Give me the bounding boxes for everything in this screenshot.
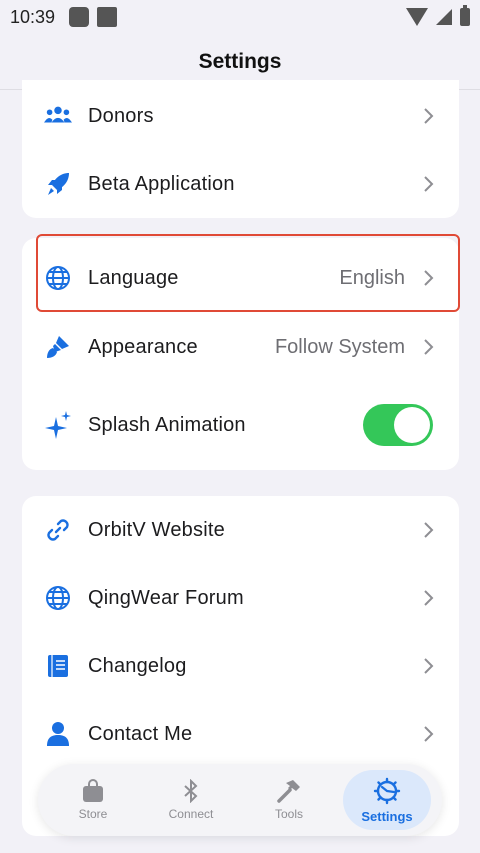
people-icon xyxy=(44,102,72,130)
hammer-icon xyxy=(277,780,300,803)
status-time: 10:39 xyxy=(10,6,56,27)
row-label: Appearance xyxy=(88,335,198,358)
link-icon xyxy=(44,516,72,544)
chevron-right-icon xyxy=(424,726,434,742)
chevron-right-icon xyxy=(424,176,434,192)
settings-group-community: Donors Beta Application xyxy=(22,80,459,218)
tab-label: Tools xyxy=(274,807,303,821)
book-icon xyxy=(44,652,72,680)
row-qingwear-forum[interactable]: QingWear Forum xyxy=(22,564,459,632)
row-label: Beta Application xyxy=(88,172,235,195)
brush-icon xyxy=(44,333,72,361)
tab-label: Settings xyxy=(361,808,413,824)
tab-tools[interactable]: Tools xyxy=(245,770,333,830)
tab-label: Store xyxy=(78,807,108,821)
row-label: QingWear Forum xyxy=(88,586,244,609)
chevron-right-icon xyxy=(424,108,434,124)
page-title: Settings xyxy=(198,50,282,73)
rocket-icon xyxy=(44,170,72,198)
tab-store[interactable]: Store xyxy=(49,770,137,830)
chevron-right-icon xyxy=(424,339,434,355)
splash-animation-toggle[interactable] xyxy=(363,404,433,446)
toggle-knob xyxy=(394,407,430,443)
signal-icon xyxy=(436,9,452,25)
chevron-right-icon xyxy=(424,658,434,674)
row-value: Follow System xyxy=(274,335,405,358)
chevron-right-icon xyxy=(424,522,434,538)
row-changelog[interactable]: Changelog xyxy=(22,632,459,700)
highlight-box xyxy=(36,234,460,312)
status-bar: 10:39 xyxy=(0,0,480,34)
row-splash-animation: Splash Animation xyxy=(22,391,459,459)
row-label: Contact Me xyxy=(88,722,193,745)
wifi-icon xyxy=(406,8,428,26)
row-donors[interactable]: Donors xyxy=(22,82,459,150)
row-orbitv-website[interactable]: OrbitV Website xyxy=(22,496,459,564)
globe-icon xyxy=(44,584,72,612)
tab-connect[interactable]: Connect xyxy=(147,770,235,830)
row-label: Donors xyxy=(88,104,154,127)
sparkle-icon xyxy=(44,411,72,439)
notification-icon xyxy=(69,7,90,27)
battery-icon xyxy=(460,5,470,26)
bottom-tab-bar: Store Connect Tools Settings xyxy=(38,764,442,836)
bluetooth-icon xyxy=(184,779,198,803)
tab-label: Connect xyxy=(168,807,214,821)
row-label: Splash Animation xyxy=(88,413,246,436)
row-beta-application[interactable]: Beta Application xyxy=(22,150,459,218)
row-contact-me[interactable]: Contact Me xyxy=(22,700,459,768)
gear-icon xyxy=(373,777,401,804)
row-label: Changelog xyxy=(88,654,187,677)
notification-icon xyxy=(97,7,118,27)
row-appearance[interactable]: Appearance Follow System xyxy=(22,313,459,381)
bag-icon xyxy=(83,779,103,802)
row-label: OrbitV Website xyxy=(88,518,225,541)
tab-settings[interactable]: Settings xyxy=(343,770,431,830)
chevron-right-icon xyxy=(424,590,434,606)
person-icon xyxy=(44,720,72,748)
